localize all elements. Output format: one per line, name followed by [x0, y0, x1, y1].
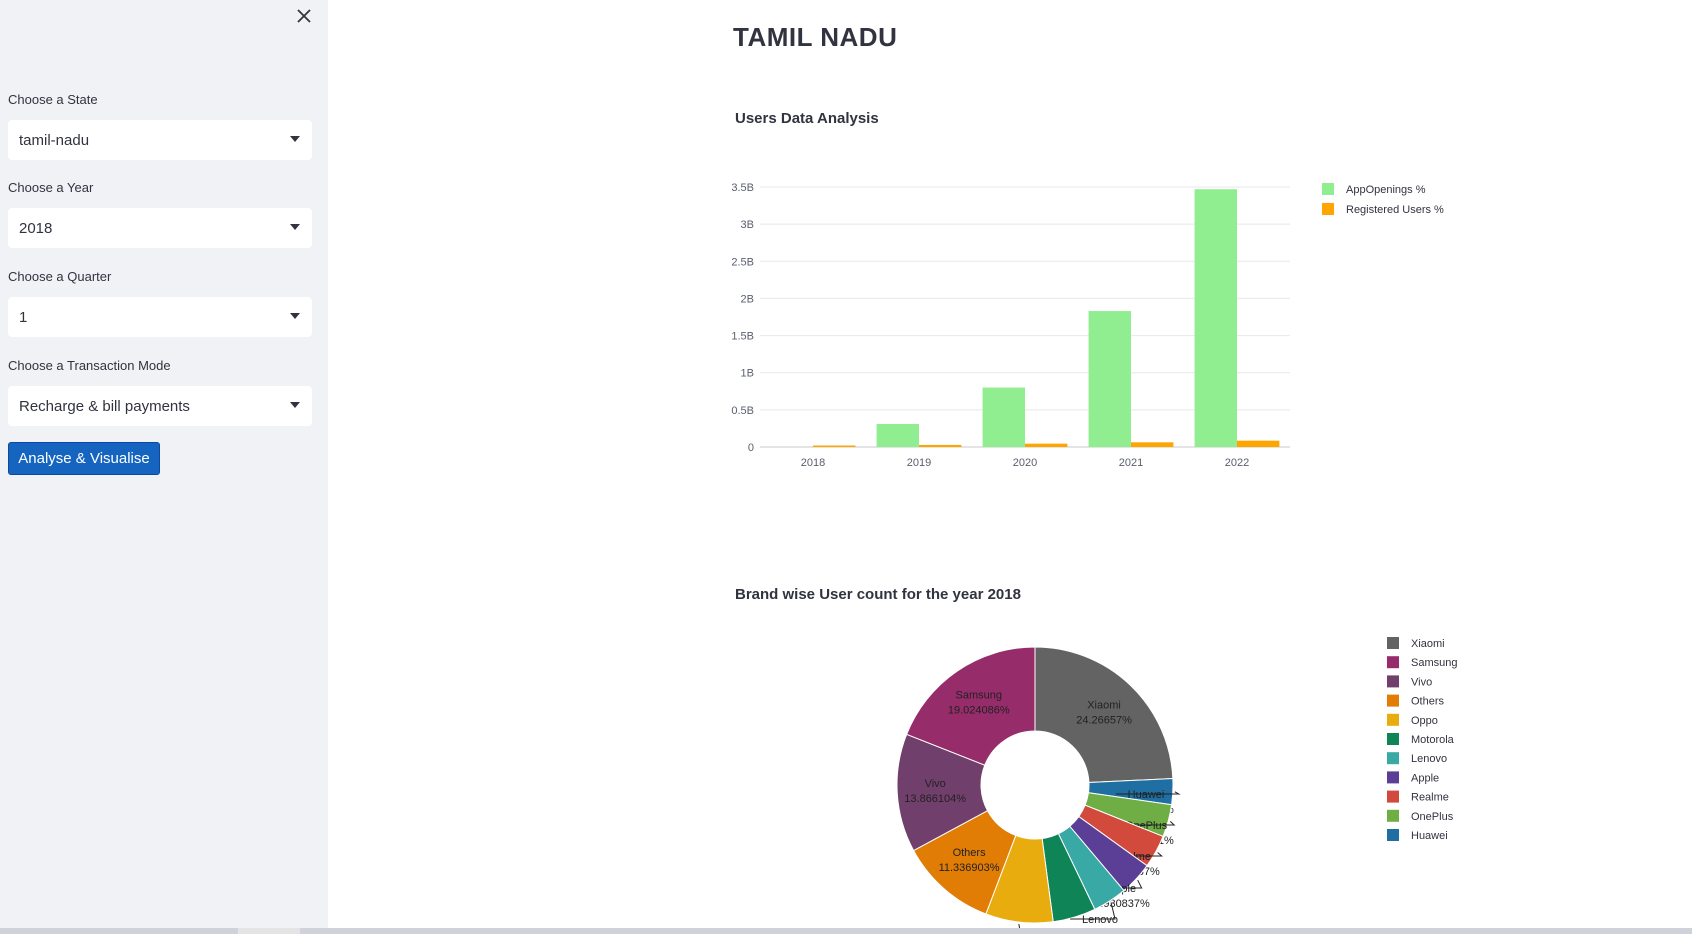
legend-label: Registered Users %	[1346, 204, 1444, 216]
x-tick-label: 2022	[1225, 457, 1249, 469]
legend-label: Huawei	[1411, 830, 1448, 842]
x-tick-label: 2020	[1013, 457, 1037, 469]
slice-label: Vivo	[925, 778, 946, 790]
bar-registered-users-2018	[813, 445, 856, 447]
legend-swatch	[1387, 809, 1399, 822]
y-tick-label: 0.5B	[731, 405, 754, 417]
transaction-mode-value: Recharge & bill payments	[19, 397, 190, 415]
transaction-mode-select[interactable]: Recharge & bill payments	[8, 386, 312, 426]
bar-registered-users-2021	[1131, 442, 1174, 447]
bar-appopenings-2022	[1194, 189, 1237, 447]
legend-label: Apple	[1411, 772, 1439, 784]
y-tick-label: 0	[748, 442, 754, 454]
legend-label: Lenovo	[1411, 753, 1447, 765]
chevron-down-icon	[290, 224, 300, 230]
legend-swatch	[1387, 694, 1399, 707]
legend-label: Realme	[1411, 792, 1449, 804]
slice-label: Lenovo	[1082, 914, 1118, 926]
year-select[interactable]: 2018	[8, 208, 312, 248]
chevron-down-icon	[290, 313, 300, 319]
x-tick-label: 2018	[801, 457, 825, 469]
legend-swatch	[1387, 829, 1399, 841]
pie-chart: Xiaomi24.26657%Huawei3.023327%OnePlus3.8…	[896, 637, 1457, 934]
chevron-down-icon	[290, 136, 300, 142]
bar-registered-users-2022	[1237, 440, 1280, 447]
legend-label: OnePlus	[1411, 811, 1454, 823]
pie-chart-title: Brand wise User count for the year 2018	[735, 586, 1021, 603]
bar-chart: 0 0.5B 1B 1.5B 2B 2.5B 3B 3.5B 2018 2019 2020 2021 2…	[731, 182, 1444, 469]
legend-swatch	[1387, 733, 1399, 745]
state-value: tamil-nadu	[19, 131, 90, 149]
year-value: 2018	[19, 219, 53, 237]
slice-percent: 11.336903%	[939, 862, 1000, 874]
y-tick-label: 1.5B	[731, 331, 754, 343]
bar-appopenings-2020	[982, 387, 1025, 447]
x-tick-label: 2019	[907, 457, 931, 469]
slice-label: Samsung	[956, 689, 1002, 701]
legend-swatch	[1322, 183, 1334, 195]
legend-swatch	[1387, 771, 1399, 784]
slice-label: Xiaomi	[1087, 700, 1121, 712]
y-tick-label: 2B	[741, 293, 754, 305]
y-tick-label: 3.5B	[731, 182, 754, 194]
legend-label: Motorola	[1411, 734, 1455, 746]
y-tick-label: 2.5B	[731, 256, 754, 268]
y-tick-label: 1B	[741, 368, 754, 380]
quarter-select[interactable]: 1	[8, 297, 312, 337]
bar-registered-users-2019	[919, 444, 962, 447]
legend-swatch	[1387, 656, 1399, 669]
state-select[interactable]: tamil-nadu	[8, 120, 312, 160]
legend-label: Others	[1411, 696, 1445, 708]
legend-label: Samsung	[1411, 657, 1457, 669]
year-label: Choose a Year	[8, 180, 94, 195]
legend-swatch	[1387, 713, 1399, 726]
page-title: TAMIL NADU	[733, 22, 898, 52]
legend-label: AppOpenings %	[1346, 184, 1426, 196]
legend-swatch	[1387, 790, 1399, 803]
state-label: Choose a State	[8, 92, 98, 107]
x-tick-label: 2021	[1119, 457, 1143, 469]
chevron-down-icon	[290, 402, 300, 408]
transaction-mode-label: Choose a Transaction Mode	[8, 358, 171, 373]
bar-registered-users-2020	[1025, 443, 1068, 447]
legend-label: Oppo	[1411, 715, 1438, 727]
quarter-label: Choose a Quarter	[8, 269, 112, 284]
slice-percent: 19.024086%	[948, 704, 1010, 716]
sidebar-scroll-thumb[interactable]	[0, 928, 238, 934]
bar-appopenings-2019	[876, 423, 919, 447]
sidebar: Choose a State tamil-nadu Choose a Year …	[0, 0, 328, 934]
legend-label: Vivo	[1411, 676, 1432, 688]
slice-percent: 24.26657%	[1076, 715, 1132, 727]
legend-label: Xiaomi	[1411, 638, 1445, 650]
y-tick-label: 3B	[741, 219, 754, 231]
quarter-value: 1	[19, 308, 28, 326]
legend-swatch	[1387, 675, 1399, 688]
legend-swatch	[1387, 637, 1399, 649]
bar-chart-title: Users Data Analysis	[735, 110, 879, 127]
slice-percent: 13.866104%	[904, 793, 966, 805]
slice-label: Others	[953, 847, 987, 859]
bar-appopenings-2021	[1088, 311, 1131, 447]
analyse-visualise-button[interactable]: Analyse & Visualise	[8, 442, 160, 475]
legend-swatch	[1387, 752, 1399, 765]
close-icon	[297, 9, 311, 23]
main-scroll-thumb[interactable]	[300, 928, 1692, 934]
close-sidebar-button[interactable]	[290, 2, 318, 30]
legend-swatch	[1322, 203, 1334, 215]
